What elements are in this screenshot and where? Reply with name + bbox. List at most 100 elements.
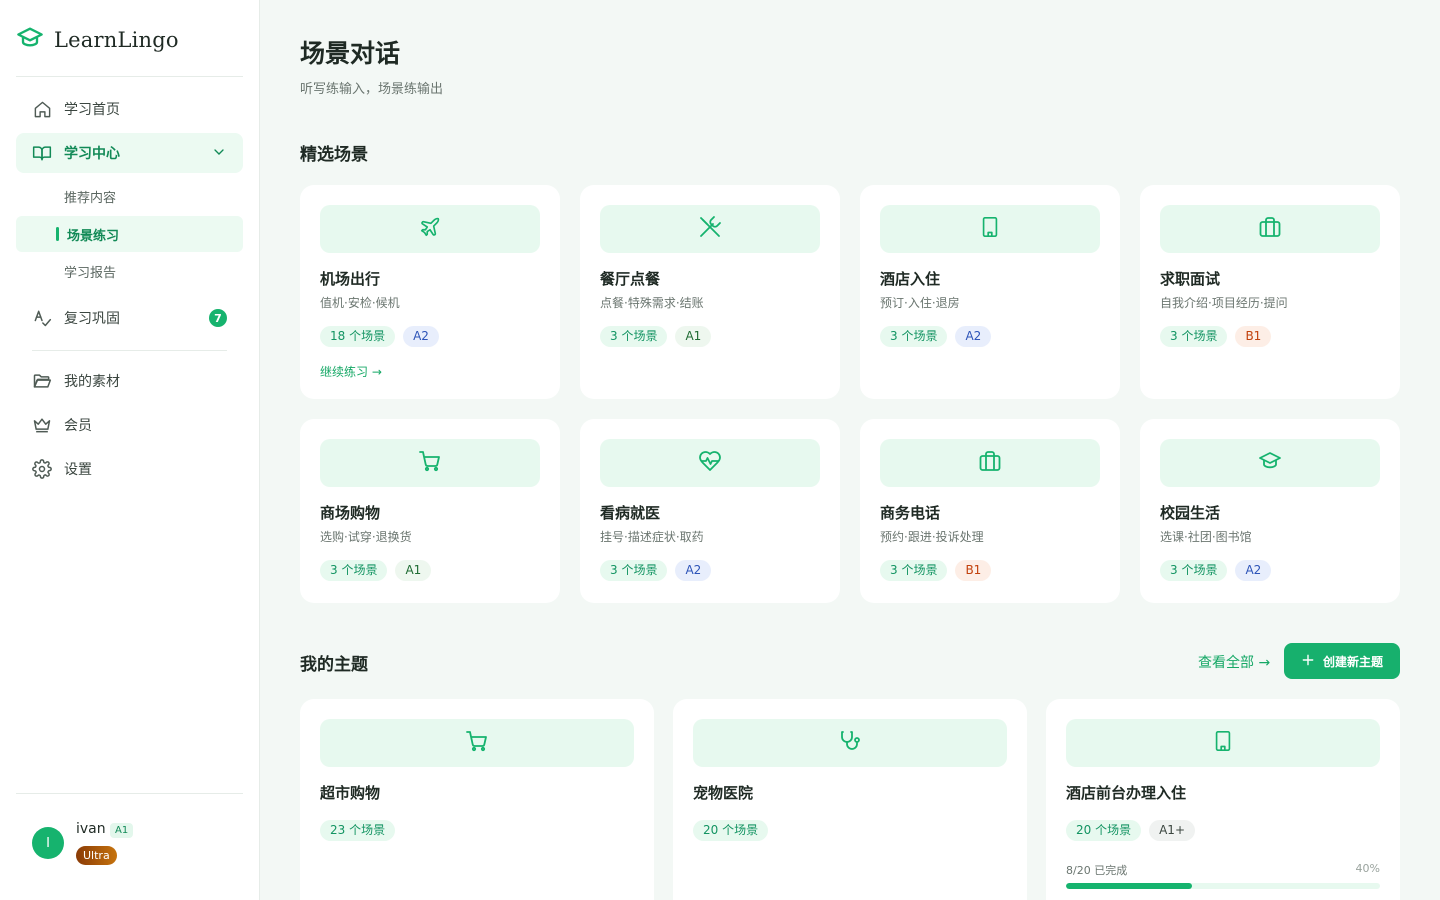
scenario-card[interactable]: 看病就医 挂号·描述症状·取药 3 个场景 A2	[580, 419, 840, 603]
card-title: 校园生活	[1160, 504, 1221, 522]
card-desc: 挂号·描述症状·取药	[600, 530, 704, 544]
scene-count-tag: 3 个场景	[880, 326, 948, 347]
card-banner	[1160, 439, 1380, 487]
heart-pulse-icon	[698, 449, 722, 477]
card-banner	[600, 439, 820, 487]
card-banner	[1160, 205, 1380, 253]
card-title: 酒店前台办理入住	[1066, 784, 1187, 802]
nav-label: 会员	[64, 418, 92, 434]
scene-count-tag: 23 个场景	[320, 820, 396, 841]
topic-card[interactable]: 宠物医院 20 个场景	[673, 699, 1027, 900]
nav-item-membership[interactable]: 会员	[16, 405, 243, 445]
card-title: 商务电话	[880, 504, 941, 522]
utensils-icon	[698, 215, 722, 243]
card-title: 求职面试	[1160, 270, 1221, 288]
level-tag: A2	[1235, 560, 1272, 581]
scenario-card[interactable]: 求职面试 自我介绍·项目经历·提问 3 个场景 B1	[1140, 185, 1400, 399]
card-banner	[693, 719, 1007, 767]
section-title-my-topics: 我的主题	[300, 655, 368, 675]
chevron-down-icon	[211, 144, 227, 164]
progress-bar	[1066, 883, 1380, 889]
brand-logo[interactable]: LearnLingo	[16, 24, 179, 56]
topic-card[interactable]: 超市购物 23 个场景	[300, 699, 654, 900]
nav-item-materials[interactable]: 我的素材	[16, 361, 243, 401]
cart-icon	[465, 729, 489, 757]
card-desc: 自我介绍·项目经历·提问	[1160, 296, 1288, 310]
divider	[32, 350, 227, 351]
sidebar: LearnLingo 学习首页 学习中心 推荐内容 场景练习 学习报告 复习巩固…	[0, 0, 260, 900]
card-title: 餐厅点餐	[600, 270, 661, 288]
avatar[interactable]: I	[32, 827, 64, 859]
hotel-icon	[979, 216, 1001, 242]
divider	[16, 76, 243, 77]
brand-name: LearnLingo	[54, 28, 179, 52]
scene-count-tag: 18 个场景	[320, 326, 396, 347]
section-title-featured: 精选场景	[300, 145, 368, 165]
level-tag: A2	[403, 326, 439, 347]
scene-count-tag: 3 个场景	[1160, 560, 1228, 581]
graduation-cap-icon	[1258, 449, 1282, 477]
create-topic-label: 创建新主题	[1322, 654, 1383, 669]
progress-fill	[1066, 883, 1192, 889]
crown-icon	[32, 415, 52, 435]
nav-item-review[interactable]: 复习巩固 7	[16, 298, 243, 338]
spell-check-icon	[32, 308, 52, 328]
card-desc: 预约·跟进·投诉处理	[880, 530, 984, 544]
plus-icon	[1301, 653, 1315, 670]
briefcase-icon	[1258, 215, 1282, 243]
card-desc: 预订·入住·退房	[880, 296, 960, 310]
progress-percent: 40%	[1355, 862, 1380, 875]
level-tag: B1	[1235, 326, 1272, 347]
nav-item-settings[interactable]: 设置	[16, 449, 243, 489]
scenario-card[interactable]: 餐厅点餐 点餐·特殊需求·结账 3 个场景 A1	[580, 185, 840, 399]
sub-label: 推荐内容	[64, 190, 117, 206]
level-tag: A2	[675, 560, 712, 581]
gear-icon	[32, 459, 52, 479]
scenario-card[interactable]: 商务电话 预约·跟进·投诉处理 3 个场景 B1	[860, 419, 1120, 603]
page-title: 场景对话	[300, 39, 401, 68]
sub-item-scenario-practice[interactable]: 场景练习	[16, 216, 243, 252]
stethoscope-icon	[838, 729, 862, 757]
sub-item-recommended[interactable]: 推荐内容	[16, 178, 243, 214]
scenario-card[interactable]: 酒店入住 预订·入住·退房 3 个场景 A2	[860, 185, 1120, 399]
level-tag: A1+	[1149, 820, 1195, 841]
topic-card[interactable]: 酒店前台办理入住 20 个场景 A1+ 8/20 已完成 40%	[1046, 699, 1400, 900]
scene-count-tag: 20 个场景	[1066, 820, 1142, 841]
continue-practice-link[interactable]: 继续练习 →	[320, 363, 382, 380]
view-all-link[interactable]: 查看全部 →	[1198, 652, 1270, 672]
card-desc: 选课·社团·图书馆	[1160, 530, 1252, 544]
nav-label: 学习中心	[64, 146, 120, 162]
scene-count-tag: 20 个场景	[693, 820, 769, 841]
card-banner	[880, 205, 1100, 253]
sub-label: 场景练习	[67, 228, 120, 244]
card-banner	[1066, 719, 1380, 767]
card-title: 酒店入住	[880, 270, 941, 288]
review-count-badge: 7	[209, 309, 227, 327]
sub-label: 学习报告	[64, 265, 117, 281]
card-banner	[600, 205, 820, 253]
progress-label: 8/20 已完成	[1066, 864, 1128, 877]
scenario-card[interactable]: 校园生活 选课·社团·图书馆 3 个场景 A2	[1140, 419, 1400, 603]
scenario-card[interactable]: 商场购物 选购·试穿·退换货 3 个场景 A1	[300, 419, 560, 603]
scene-count-tag: 3 个场景	[320, 560, 388, 581]
home-icon	[32, 99, 52, 119]
plane-icon	[419, 216, 441, 242]
divider	[16, 793, 243, 794]
card-banner	[320, 439, 540, 487]
card-desc: 点餐·特殊需求·结账	[600, 296, 704, 310]
level-tag: B1	[955, 560, 992, 581]
user-name: ivan	[76, 821, 106, 837]
scene-count-tag: 3 个场景	[600, 560, 668, 581]
scene-count-tag: 3 个场景	[600, 326, 668, 347]
sub-item-report[interactable]: 学习报告	[16, 253, 243, 289]
card-banner	[880, 439, 1100, 487]
card-title: 商场购物	[320, 504, 381, 522]
user-level-badge: A1	[110, 823, 134, 838]
nav-item-home[interactable]: 学习首页	[16, 89, 243, 129]
create-topic-button[interactable]: 创建新主题	[1284, 643, 1400, 679]
level-tag: A1	[675, 326, 712, 347]
scenario-card[interactable]: 机场出行 值机·安检·候机 18 个场景 A2 继续练习 →	[300, 185, 560, 399]
nav-item-learning-center[interactable]: 学习中心	[16, 133, 243, 173]
active-indicator	[56, 227, 59, 241]
book-open-icon	[32, 143, 52, 163]
